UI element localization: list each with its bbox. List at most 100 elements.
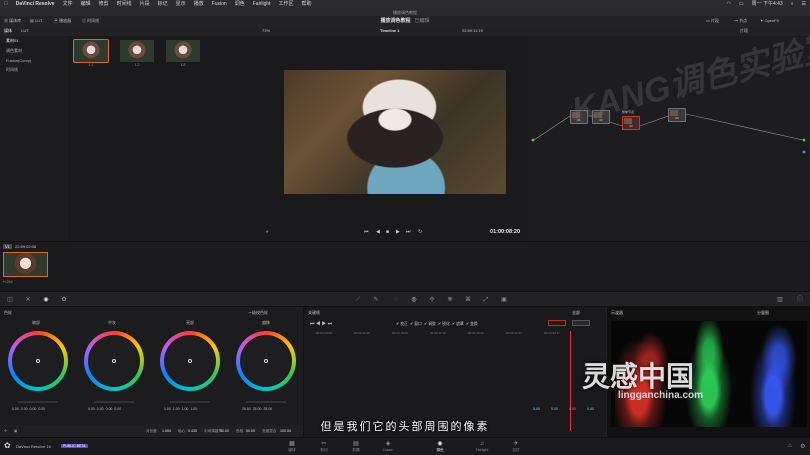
toolbar-openfx[interactable]: ✦ OpenFX xyxy=(760,16,779,26)
node-editor-mode[interactable]: 片段 xyxy=(740,26,748,36)
wheel-handle[interactable] xyxy=(264,359,268,363)
fusion-page-icon: ◈ xyxy=(385,441,391,447)
filter-window[interactable]: ✔ 窗口 xyxy=(410,322,422,326)
window-icon[interactable]: ◎ xyxy=(410,296,418,304)
bin-item[interactable]: 调色素材 xyxy=(0,46,68,56)
menu-trim[interactable]: 修剪 xyxy=(95,0,113,9)
menu-color[interactable]: 调色 xyxy=(231,0,249,9)
scope-mode[interactable]: 分量图 xyxy=(757,310,769,316)
color-tools-bar: ◫ ✕ ◉ ✿ ⟋ ✎ ◌ ◎ ✣ ❋ ⌘ ⤢ ▣ ▥ ⓘ xyxy=(0,291,810,307)
rgb-mixer-icon[interactable]: ✿ xyxy=(60,296,68,304)
sizing-icon[interactable]: ⤢ xyxy=(482,296,490,304)
media-clip-thumbnail[interactable] xyxy=(120,40,154,62)
wheel-handle[interactable] xyxy=(36,359,40,363)
menu-help[interactable]: 帮助 xyxy=(298,0,316,9)
keyframe-playhead[interactable] xyxy=(570,331,571,431)
menu-mark[interactable]: 标记 xyxy=(154,0,172,9)
page-fairlight[interactable]: ♫ Fairlight xyxy=(468,440,496,452)
settings-icon[interactable]: ⚙ xyxy=(800,443,805,450)
menu-fusion[interactable]: Fusion xyxy=(208,0,231,9)
3d-icon[interactable]: ▣ xyxy=(500,296,508,304)
node[interactable]: 04 xyxy=(668,108,686,122)
apple-icon[interactable]:  xyxy=(0,0,12,9)
media-clip-thumbnail[interactable] xyxy=(166,40,200,62)
page-media[interactable]: ▦ 媒体 xyxy=(278,440,306,453)
menu-bar:  DaVinci Resolve 文件 编辑 修剪 时间线 片段 标记 显示 … xyxy=(0,0,810,9)
keyframe-nav-icons[interactable]: ⏮ ◀ ▶ ⏭ xyxy=(310,321,332,327)
wifi-icon[interactable]: ◠ xyxy=(722,0,734,9)
keyframe-toggle-button[interactable] xyxy=(572,320,590,326)
page-deliver[interactable]: ✈ 交付 xyxy=(502,440,530,453)
filter-adjust[interactable]: ✔ 调整 xyxy=(424,322,436,326)
toolbar-clips[interactable]: ▭ 片段 xyxy=(706,16,719,26)
viewer-zoom[interactable]: 73% xyxy=(262,26,270,36)
color-wheels-icon[interactable]: ◉ xyxy=(42,296,50,304)
skip-start-icon[interactable]: ⏮ xyxy=(364,229,369,235)
wheel-values[interactable]: 25.00 25.00 25.00 xyxy=(242,407,272,411)
wheel-handle[interactable] xyxy=(112,359,116,363)
filter-correction[interactable]: ✔ 校正 xyxy=(396,322,408,326)
bin-item[interactable]: Fusion(Comp) xyxy=(0,56,68,65)
curves-icon[interactable]: ⟋ xyxy=(354,296,362,304)
wheels-mode-select[interactable]: 一级校色轮 xyxy=(248,310,268,316)
tab-lut[interactable]: LUT xyxy=(17,26,33,36)
bin-item[interactable]: 素材01 xyxy=(0,36,68,46)
camera-raw-icon[interactable]: ◫ xyxy=(6,296,14,304)
keyframe-record-button[interactable] xyxy=(548,320,566,326)
filter-sharpen[interactable]: ✔ 锐化 xyxy=(438,322,450,326)
media-clip-thumbnail[interactable] xyxy=(73,39,109,63)
scope-title: 示波器 xyxy=(611,310,623,315)
menu-clip[interactable]: 片段 xyxy=(136,0,154,9)
battery-icon[interactable]: ▭ xyxy=(735,0,748,9)
viewer-image[interactable] xyxy=(284,70,506,194)
menu-file[interactable]: 文件 xyxy=(59,0,77,9)
filter-matte[interactable]: ✔ 遮罩 xyxy=(452,322,464,326)
wheel-values[interactable]: 1.00 1.00 1.00 1.00 xyxy=(164,407,197,411)
master-wheel-slider[interactable] xyxy=(246,401,286,403)
filter-transform[interactable]: ✔ 变换 xyxy=(466,322,478,326)
list-icon[interactable]: ☰ xyxy=(798,0,810,9)
menu-app-name[interactable]: DaVinci Resolve xyxy=(12,0,59,9)
blur-icon[interactable]: ❋ xyxy=(446,296,454,304)
qualifier-icon[interactable]: ◌ xyxy=(392,296,400,304)
color-match-icon[interactable]: ✕ xyxy=(24,296,32,304)
page-cut[interactable]: ✂ 剪切 xyxy=(310,440,338,453)
wheel-handle[interactable] xyxy=(188,359,192,363)
stop-icon[interactable]: ■ xyxy=(386,229,389,235)
menu-view[interactable]: 显示 xyxy=(172,0,190,9)
wheel-values[interactable]: 0.00 0.00 0.00 0.00 xyxy=(12,407,45,411)
search-icon[interactable]: ⌕ xyxy=(787,0,798,9)
key-icon[interactable]: ⌘ xyxy=(464,296,472,304)
menu-workspace[interactable]: 工作区 xyxy=(275,0,298,9)
tab-media[interactable]: 媒体 xyxy=(0,26,16,36)
toolbar-nodes[interactable]: ⊶ 节点 xyxy=(734,16,747,26)
menu-playback[interactable]: 播放 xyxy=(190,0,208,9)
timeline-clip-thumbnail[interactable] xyxy=(3,252,48,277)
loop-icon[interactable]: ↻ xyxy=(418,229,422,235)
wheel-values[interactable]: 0.00 0.00 0.00 0.00 xyxy=(88,407,121,411)
master-wheel-slider[interactable] xyxy=(170,401,210,403)
skip-end-icon[interactable]: ⏭ xyxy=(406,229,411,235)
home-icon[interactable]: ⌂ xyxy=(788,443,792,449)
page-fusion[interactable]: ◈ Fusion xyxy=(374,440,402,452)
menu-clock[interactable]: 周一 下午4:43 xyxy=(748,0,787,9)
audio-icon[interactable]: ◐ xyxy=(266,229,269,235)
master-wheel-slider[interactable] xyxy=(18,401,58,403)
bin-item[interactable]: 时间线 xyxy=(0,65,68,75)
menu-edit[interactable]: 编辑 xyxy=(77,0,95,9)
play-icon[interactable]: ▶ xyxy=(396,229,400,235)
viewer-timeline-name[interactable]: Timeline 1 xyxy=(380,26,400,36)
master-wheel-slider[interactable] xyxy=(94,401,134,403)
media-clip-label: 1.8 xyxy=(180,63,186,67)
menu-timeline[interactable]: 时间线 xyxy=(113,0,136,9)
tracker-icon[interactable]: ✣ xyxy=(428,296,436,304)
clip-codec: H.264 xyxy=(3,280,13,284)
page-color[interactable]: ◉ 调色 xyxy=(426,440,454,453)
eyedropper-icon[interactable]: ✎ xyxy=(372,296,380,304)
page-edit[interactable]: ▤ 剪辑 xyxy=(342,440,370,453)
scopes-icon[interactable]: ▥ xyxy=(776,296,784,304)
step-back-icon[interactable]: ◀ xyxy=(376,229,380,235)
info-icon[interactable]: ⓘ xyxy=(796,296,804,304)
keyframes-mode[interactable]: 全部 xyxy=(572,310,580,316)
menu-fairlight[interactable]: Fairlight xyxy=(249,0,275,9)
